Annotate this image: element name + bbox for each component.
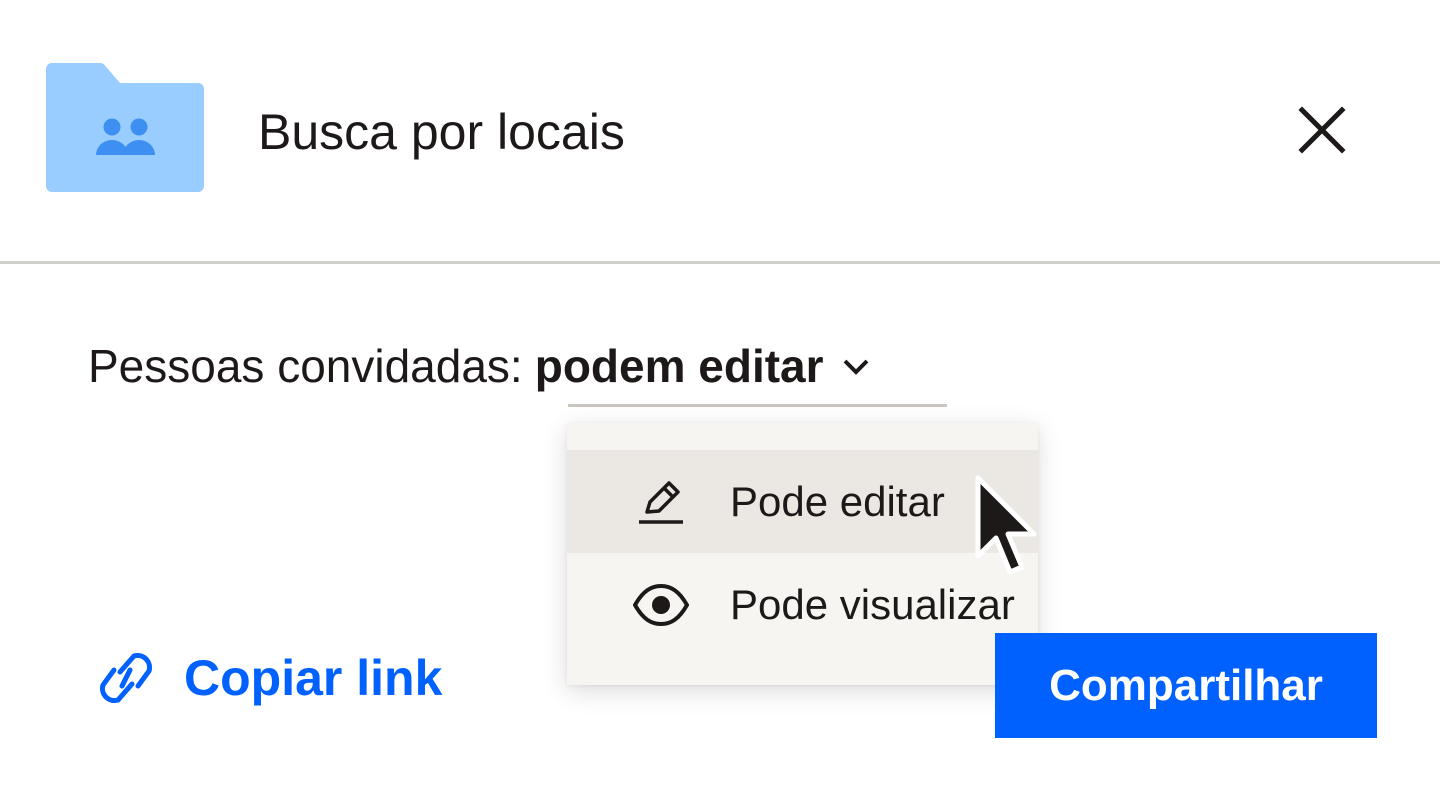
- permission-dropdown-underline: [568, 404, 947, 407]
- close-icon[interactable]: [1290, 100, 1354, 164]
- share-button[interactable]: Compartilhar: [995, 633, 1377, 738]
- copy-link-label[interactable]: Copiar link: [184, 646, 442, 710]
- permission-label: Pessoas convidadas:: [88, 340, 523, 392]
- chevron-down-icon[interactable]: [838, 348, 874, 384]
- dialog-title: Busca por locais: [258, 104, 625, 160]
- shared-folder-icon: [46, 62, 204, 192]
- permission-dropdown[interactable]: podem editar: [535, 334, 874, 398]
- share-dialog: Busca por locais Pessoas convidadas: pod…: [0, 0, 1440, 789]
- menu-item-label: Pode editar: [730, 477, 945, 525]
- pencil-icon: [639, 480, 683, 524]
- copy-link-button[interactable]: Copiar link: [98, 646, 442, 710]
- close-button[interactable]: [1290, 100, 1354, 164]
- header-divider: [0, 261, 1440, 264]
- permission-menu: Pode editar Pode visualizar: [567, 423, 1038, 685]
- permission-selected-value[interactable]: podem editar: [535, 334, 824, 398]
- permission-row: Pessoas convidadas: podem editar: [88, 334, 874, 398]
- menu-item-label: Pode visualizar: [730, 580, 1015, 628]
- menu-item-can-edit[interactable]: Pode editar: [567, 450, 1038, 553]
- eye-icon: [633, 583, 689, 626]
- menu-item-can-view[interactable]: Pode visualizar: [567, 553, 1038, 656]
- link-icon[interactable]: [98, 646, 154, 710]
